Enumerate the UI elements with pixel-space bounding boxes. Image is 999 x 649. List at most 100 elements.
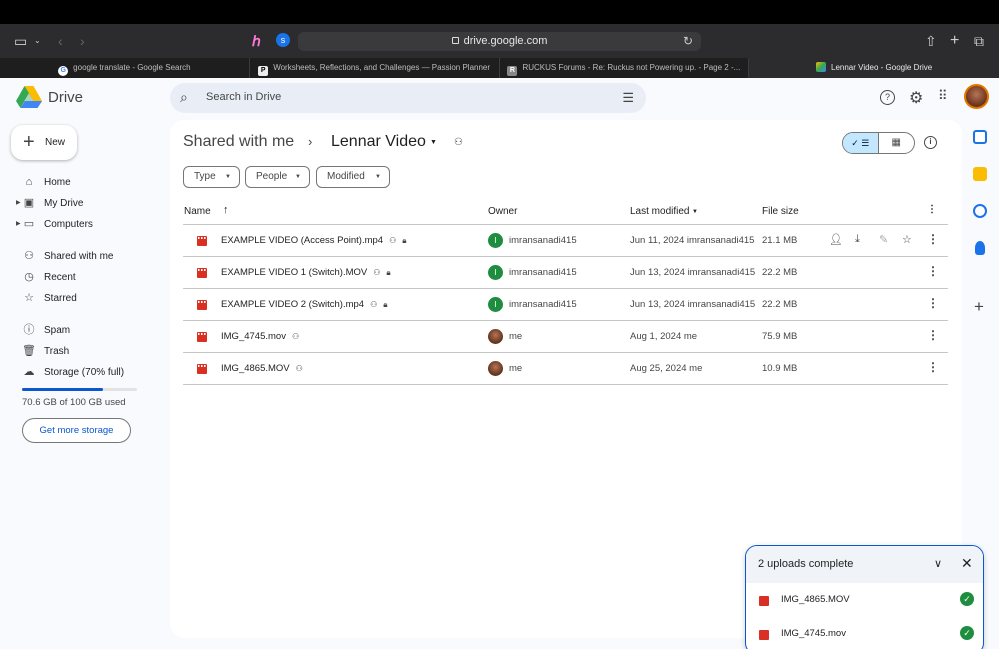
browser-tab-label: google translate - Google Search (73, 63, 191, 72)
row-more-icon[interactable]: ⋮ (927, 360, 939, 374)
grid-view-icon[interactable]: ▦ (879, 133, 915, 153)
row-more-icon[interactable]: ⋮ (927, 264, 939, 278)
lock-icon (451, 37, 459, 44)
share-icon[interactable]: ⇧ (925, 24, 937, 58)
table-row[interactable]: EXAMPLE VIDEO (Access Point).mp4 ⚇ 🔒︎ I im… (183, 225, 948, 257)
star-icon[interactable]: ☆ (902, 233, 912, 246)
filter-people[interactable]: People ▼ (245, 166, 310, 188)
column-header-name[interactable]: Name (184, 206, 211, 217)
sidebar-item-label: Home (44, 177, 71, 188)
view-toggle[interactable]: ✓ ☰ ▦ (842, 132, 915, 154)
collapse-chevron-icon[interactable]: ∨ (934, 557, 942, 570)
chevron-down-icon[interactable]: ⌄ (34, 24, 41, 58)
contacts-icon[interactable] (975, 241, 985, 255)
file-name[interactable]: EXAMPLE VIDEO 2 (Switch).mp4 ⚇ 🔒︎ (221, 299, 388, 310)
tasks-icon[interactable] (973, 204, 987, 218)
back-icon[interactable]: ‹ (58, 24, 63, 58)
storage-used-text: 70.6 GB of 100 GB used (22, 397, 126, 408)
sidebar-item-label: My Drive (44, 198, 84, 209)
star-icon: ☆ (24, 292, 34, 304)
owner-avatar: I (488, 265, 503, 280)
video-file-icon (197, 364, 207, 374)
filter-modified[interactable]: Modified ▼ (316, 166, 390, 188)
shared-folder-icon[interactable]: ⚇ (454, 137, 463, 148)
table-row[interactable]: IMG_4745.mov ⚇ me Aug 1, 2024 me 75.9 MB … (183, 321, 948, 353)
sidebar-item-shared-with-me[interactable]: ⚇ Shared with me (22, 247, 113, 265)
file-name[interactable]: IMG_4745.mov ⚇ (221, 331, 299, 342)
list-view-icon[interactable]: ✓ ☰ (843, 133, 879, 153)
storage-bar-fill (22, 388, 103, 391)
forward-icon[interactable]: › (80, 24, 85, 58)
calendar-icon[interactable] (973, 130, 987, 144)
expand-caret-icon[interactable]: ▶ (16, 199, 21, 206)
browser-tab[interactable]: P Worksheets, Reflections, and Challenges… (250, 58, 500, 78)
settings-gear-icon[interactable]: ⚙ (909, 88, 923, 108)
download-icon[interactable]: ⤓ (855, 233, 860, 246)
apps-grid-icon[interactable]: ⠿ (938, 88, 947, 104)
help-icon[interactable]: ? (880, 90, 895, 105)
last-modified: Aug 1, 2024 me (630, 331, 698, 342)
add-addon-icon[interactable]: + (974, 297, 984, 317)
extension-s-icon[interactable]: s (276, 33, 290, 47)
filter-type[interactable]: Type ▼ (183, 166, 240, 188)
column-header-size[interactable]: File size (762, 206, 799, 217)
row-more-icon[interactable]: ⋮ (927, 328, 939, 342)
breadcrumb-parent[interactable]: Shared with me (183, 133, 294, 151)
share-add-person-icon[interactable]: 👤︎ (829, 233, 843, 246)
folder-dropdown-icon[interactable]: ▼ (430, 139, 437, 146)
sidebar-toggle-icon[interactable]: ▭ (14, 24, 27, 58)
tab-overview-icon[interactable]: ⧉ (974, 24, 984, 58)
app-name[interactable]: Drive (48, 89, 83, 106)
sort-dropdown-icon[interactable]: ▼ (692, 209, 698, 215)
search-bar[interactable]: ⌕ Search in Drive ☰ (170, 83, 646, 113)
address-bar[interactable]: drive.google.com ↻ (298, 32, 701, 51)
extension-h-icon[interactable]: ℎ (252, 24, 261, 58)
info-icon[interactable]: i (924, 136, 937, 149)
last-modified: Jun 13, 2024 imransanadi415 (630, 267, 756, 278)
search-options-icon[interactable]: ☰ (622, 90, 634, 106)
sidebar-item-computers[interactable]: ▭ Computers (22, 215, 93, 233)
sidebar-item-recent[interactable]: ◷ Recent (22, 268, 76, 286)
row-more-icon[interactable]: ⋮ (927, 296, 939, 310)
more-options-icon[interactable]: ⋮ (927, 204, 937, 215)
browser-tab-active[interactable]: Lennar Video - Google Drive (749, 58, 999, 78)
table-row[interactable]: EXAMPLE VIDEO 2 (Switch).mp4 ⚇ 🔒︎ I imrans… (183, 289, 948, 321)
sidebar-item-starred[interactable]: ☆ Starred (22, 289, 77, 307)
top-strip (0, 0, 999, 24)
rename-pencil-icon[interactable]: ✎ (879, 233, 888, 246)
cloud-icon: ☁ (23, 366, 35, 378)
video-file-icon (759, 630, 769, 640)
table-row[interactable]: EXAMPLE VIDEO 1 (Switch).MOV ⚇ 🔒︎ I imrans… (183, 257, 948, 289)
sort-arrow-up-icon[interactable]: ↑ (223, 204, 229, 216)
column-header-modified[interactable]: Last modified (630, 206, 689, 217)
sidebar-item-home[interactable]: ⌂ Home (22, 173, 71, 191)
column-header-owner[interactable]: Owner (488, 206, 517, 217)
file-name[interactable]: EXAMPLE VIDEO (Access Point).mp4 ⚇ 🔒︎ (221, 235, 407, 246)
breadcrumb-current[interactable]: Lennar Video (331, 133, 426, 151)
upload-item[interactable]: IMG_4745.mov ✓ (746, 619, 983, 649)
close-icon[interactable]: ✕ (961, 555, 973, 572)
browser-tab[interactable]: R RUCKUS Forums - Re: Ruckus not Powering… (500, 58, 750, 78)
table-row[interactable]: IMG_4865.MOV ⚇ me Aug 25, 2024 me 10.9 MB… (183, 353, 948, 385)
sidebar-item-storage[interactable]: ☁ Storage (70% full) (22, 363, 125, 381)
new-tab-icon[interactable]: + (950, 24, 959, 58)
get-more-storage-button[interactable]: Get more storage (22, 418, 131, 443)
account-avatar[interactable] (964, 84, 989, 109)
expand-caret-icon[interactable]: ▶ (16, 220, 21, 227)
upload-item[interactable]: IMG_4865.MOV ✓ (746, 585, 983, 615)
sidebar-item-spam[interactable]: ⓘ Spam (22, 321, 71, 339)
file-name[interactable]: IMG_4865.MOV ⚇ (221, 363, 303, 374)
search-icon[interactable]: ⌕ (180, 89, 188, 106)
lock-icon: 🔒︎ (402, 236, 407, 245)
browser-tab[interactable]: Ggoogle translate - Google Search (0, 58, 250, 78)
sidebar-item-trash[interactable]: 🗑 Trash (22, 342, 69, 360)
search-input[interactable]: Search in Drive (206, 91, 281, 103)
sidebar-item-my-drive[interactable]: ▣ My Drive (22, 194, 84, 212)
keep-icon[interactable] (973, 167, 987, 181)
browser-tab-label: Worksheets, Reflections, and Challenges … (273, 63, 491, 72)
drive-logo-icon[interactable] (16, 86, 42, 108)
reload-icon[interactable]: ↻ (683, 32, 693, 51)
file-name[interactable]: EXAMPLE VIDEO 1 (Switch).MOV ⚇ 🔒︎ (221, 267, 391, 278)
new-button[interactable]: + New (11, 125, 77, 160)
row-more-icon[interactable]: ⋮ (927, 232, 939, 246)
